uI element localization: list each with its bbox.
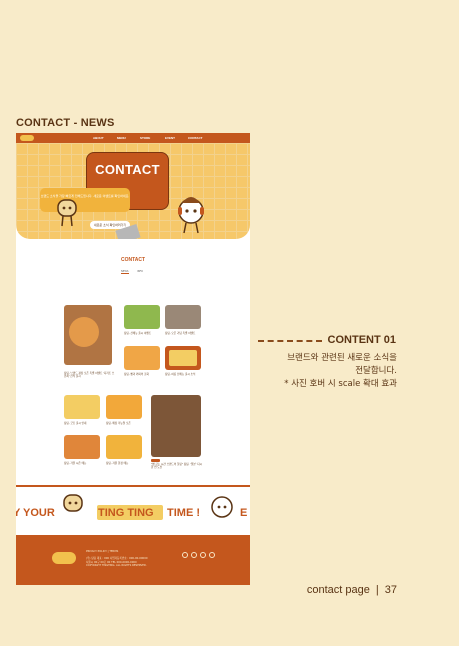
toast-mascot-icon [57,199,77,227]
marquee-e: E [240,507,248,519]
content-tabs: NEWS INFO [121,270,151,274]
marquee-ting: TING TING [98,507,154,519]
mock-logo[interactable] [20,135,34,141]
mock-nav-bar: ABOUT MENU STORE EVENT CONTACT [16,133,250,143]
nav-item-menu[interactable]: MENU [117,136,126,140]
news-card-image[interactable] [64,435,100,459]
footer-links[interactable]: PRIVACY POLICY | TERMS [86,550,118,553]
news-card-text: 팅팅, 브랜드 광장 오픈 특별 이벤트 '디저트 브런치' 신작 출시 [64,372,115,379]
news-card-image[interactable] [64,395,100,419]
page-number: 37 [384,584,397,596]
hero-subtitle: 브랜드 소식을 가장 빠르게 전해드립니다. 새로운 이벤트를 확인하세요. [40,188,130,212]
marquee-time: TIME ! [167,507,200,519]
desc-line: 전달합니다. [355,366,397,376]
content-label: CONTENT 01 [258,334,398,348]
youtube-icon[interactable] [191,552,197,558]
mock-footer: PRIVACY POLICY | TERMS (주) 팅팅 대표 : 000 사… [16,535,250,585]
nav-item-contact[interactable]: CONTACT [188,136,202,140]
toast-mascot-icon [63,494,83,512]
marquee-banner: Y YOUR TING TING TIME ! E [16,485,250,539]
news-card-text: 팅팅, 여름 신메뉴 출시 소식 [165,373,196,376]
tab-info[interactable]: INFO [137,270,143,273]
news-card-text: 팅팅, 매장 리뉴얼 오픈 [106,422,131,425]
section-title: CONTACT - NEWS [16,117,115,129]
news-card-image[interactable] [124,346,160,370]
separator: | [375,584,379,596]
news-card-image[interactable] [64,305,112,365]
tab-news[interactable]: NEWS [121,270,129,274]
news-card-image[interactable] [165,305,201,329]
content-description: 브랜드와 관련된 새로운 소식을 전달합니다. * 사진 호버 시 scale … [247,352,397,391]
news-card-text: 팅팅, 신메뉴 출시 이벤트 [124,332,152,335]
nav-item-store[interactable]: STORE [140,136,150,140]
news-card-text: 팅팅, 오픈 기념 특별 이벤트 [165,332,196,335]
desc-line: 브랜드와 관련된 새로운 소식을 [287,353,397,363]
news-card-text: 팅팅, 겨울 한정 메뉴 [106,462,129,465]
marquee-your: Y YOUR [16,507,55,519]
content-heading: CONTACT [120,257,146,263]
blog-icon[interactable] [209,552,215,558]
news-card-text: 팅팅, 굿즈 출시 안내 [64,422,87,425]
news-card-image[interactable] [151,395,201,457]
hero-title: CONTACT [95,162,160,177]
footer-copyright: COPYRIGHT TINGTING. ALL RIGHTS RESERVED. [86,564,147,567]
instagram-icon[interactable] [182,552,188,558]
page-footer: contact page | 37 [307,584,397,596]
coffee-mascot-icon [178,197,204,234]
news-tag [151,459,160,462]
facebook-icon[interactable] [200,552,206,558]
news-card-image[interactable] [106,395,142,419]
news-card-image[interactable] [124,305,160,329]
desc-note: * 사진 호버 시 scale 확대 효과 [284,379,397,389]
nav-item-about[interactable]: ABOUT [93,136,104,140]
footer-logo [52,552,76,564]
website-mockup: ABOUT MENU STORE EVENT CONTACT CONTACT 브… [16,133,250,585]
news-card-image[interactable] [106,435,142,459]
hero-section: CONTACT 브랜드 소식을 가장 빠르게 전해드립니다. 새로운 이벤트를 … [16,143,250,239]
news-card-text: 팅팅, 빵과 커피의 조화 [124,373,149,376]
news-card-image[interactable] [165,346,201,370]
news-card-text: 팅팅, 가을 시즌 메뉴 [64,462,87,465]
news-card-text: "빵 굽는 시간 브랜드의 힐링" 팅팅, '일본' 다시 한 번 도전 [151,463,202,470]
dashed-line [258,340,322,342]
coffee-mascot-icon [211,496,233,518]
page-label: contact page [306,584,370,596]
nav-item-event[interactable]: EVENT [165,136,175,140]
content-title: CONTENT 01 [327,334,396,346]
